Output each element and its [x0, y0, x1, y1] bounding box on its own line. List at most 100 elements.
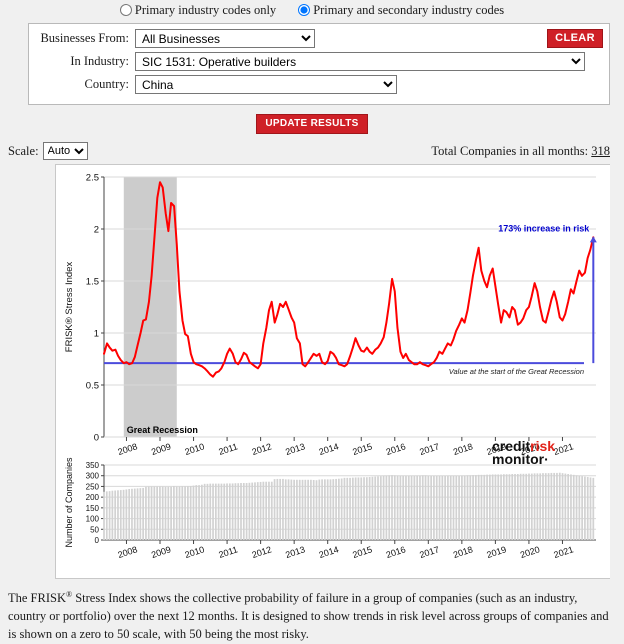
bar — [187, 486, 189, 540]
bar — [206, 483, 209, 540]
total-companies: Total Companies in all months: 318 — [431, 144, 610, 159]
country-label: Country: — [84, 77, 129, 91]
bar — [276, 478, 279, 540]
bar — [388, 475, 391, 540]
bar — [159, 486, 161, 540]
bar — [298, 479, 301, 540]
frisk-charts-svg: 0 0.5 1 1.5 2 2.5 FRISK® Stress Index 173% incr… — [56, 165, 610, 578]
y-tick-label: 150 — [86, 504, 100, 513]
bar — [578, 475, 581, 540]
bar — [251, 482, 254, 540]
bar — [393, 475, 396, 540]
clear-button[interactable]: CLEAR — [547, 29, 603, 48]
bar — [438, 475, 441, 540]
bar — [466, 475, 469, 540]
bar — [324, 479, 326, 540]
country-select[interactable]: China — [135, 75, 397, 94]
bar — [318, 479, 321, 540]
bar — [296, 479, 298, 540]
y-tick-label: 0 — [94, 433, 99, 444]
bar — [475, 475, 477, 540]
bar — [214, 483, 217, 540]
bar — [452, 475, 455, 540]
bar — [530, 473, 533, 540]
bar — [231, 483, 234, 540]
update-results-button[interactable]: UPDATE RESULTS — [256, 114, 368, 134]
bar — [111, 490, 114, 540]
bar — [533, 473, 536, 540]
businesses-from-label: Businesses From: — [40, 31, 129, 45]
bar — [477, 474, 480, 540]
bar — [184, 486, 186, 540]
bar — [486, 474, 488, 540]
bar — [131, 488, 133, 540]
bar — [201, 484, 203, 540]
filter-panel: Businesses From: All Businesses In Indus… — [28, 23, 610, 105]
bar — [156, 486, 158, 540]
scale-select[interactable]: Auto — [42, 142, 88, 160]
bar — [385, 475, 388, 540]
bar — [483, 474, 486, 540]
bar — [433, 475, 435, 540]
bar — [488, 474, 491, 540]
bar — [195, 485, 198, 540]
bar — [458, 475, 460, 540]
bar — [455, 475, 458, 540]
bar — [581, 476, 583, 540]
bar — [145, 486, 147, 540]
scale-row: Scale: Auto Total Companies in all month… — [8, 142, 610, 160]
bar — [447, 475, 449, 540]
bar — [522, 473, 525, 540]
bar — [572, 474, 575, 540]
radio-primary-only-label: Primary industry codes only — [134, 2, 277, 17]
bar — [301, 479, 304, 540]
y-tick-label: 1.5 — [86, 277, 99, 288]
in-industry-select[interactable]: SIC 1531: Operative builders — [135, 52, 585, 71]
bar — [539, 473, 542, 540]
risk-increase-annotation: 173% increase in risk — [498, 223, 590, 233]
bar — [424, 475, 427, 540]
bar — [589, 477, 592, 540]
bar — [284, 479, 287, 540]
bar — [349, 477, 351, 540]
recession-band — [123, 177, 177, 437]
bar — [354, 477, 357, 540]
bar — [419, 475, 421, 540]
bar — [536, 473, 539, 540]
bar — [525, 473, 528, 540]
bar — [430, 475, 433, 540]
bar — [494, 474, 497, 540]
total-companies-label: Total Companies in all months: — [431, 143, 589, 158]
radio-primary-secondary[interactable]: Primary and secondary industry codes — [298, 3, 504, 18]
radio-primary-only[interactable]: Primary industry codes only — [119, 2, 277, 18]
businesses-from-select[interactable]: All Businesses — [135, 29, 315, 48]
radio-primary-secondary-label: Primary and secondary industry codes — [313, 2, 505, 17]
bar — [265, 481, 268, 540]
bar — [175, 486, 178, 540]
bar — [136, 488, 139, 540]
bar — [161, 486, 164, 540]
bar — [441, 475, 444, 540]
bar — [282, 478, 284, 540]
y-tick-label: 1 — [94, 329, 99, 340]
bar — [346, 477, 349, 540]
bar — [586, 477, 589, 540]
bar — [542, 473, 544, 540]
bar — [444, 475, 446, 540]
bar — [105, 491, 108, 540]
bar — [463, 475, 466, 540]
bar — [435, 475, 438, 540]
bar — [164, 486, 167, 540]
bar — [511, 474, 514, 540]
bar — [402, 475, 405, 540]
bar — [335, 478, 337, 540]
y-tick-label: 2.5 — [86, 173, 99, 184]
y-tick-label: 300 — [86, 472, 100, 481]
radio-primary-only-input[interactable] — [119, 4, 132, 16]
footer-line2: country or portfolio) over the next 12 m… — [8, 609, 588, 624]
logo-monitor: monitor· — [492, 451, 549, 467]
radio-primary-secondary-input[interactable] — [298, 4, 311, 16]
bar — [270, 481, 273, 540]
bar — [413, 475, 416, 540]
footer-line1-a: The FRISK — [8, 591, 66, 606]
